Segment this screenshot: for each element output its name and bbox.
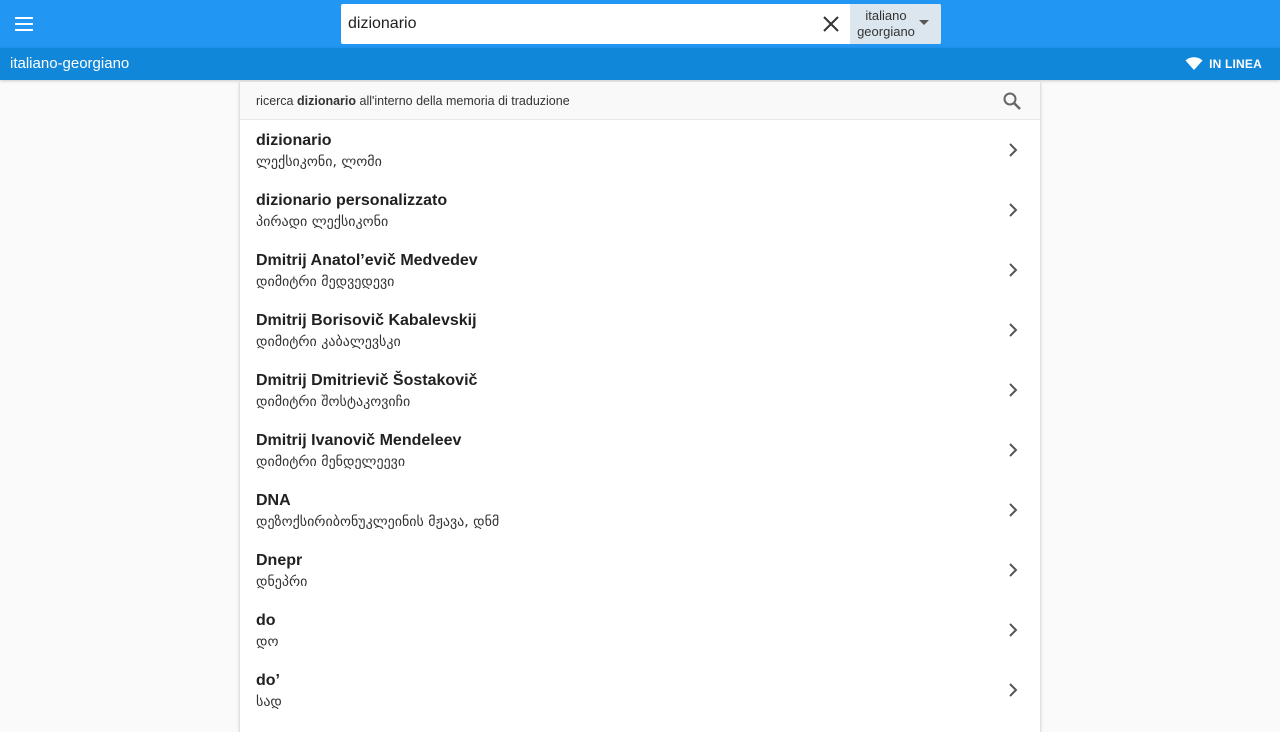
top-app-bar: italiano georgiano bbox=[0, 0, 1280, 48]
chevron-right-icon bbox=[1009, 443, 1018, 457]
tm-prefix: ricerca bbox=[256, 94, 294, 108]
target-language: georgiano bbox=[857, 24, 915, 39]
result-term: do bbox=[256, 612, 276, 629]
search-box: italiano georgiano bbox=[341, 4, 941, 44]
clear-search-button[interactable] bbox=[817, 10, 845, 38]
result-item[interactable]: do დო bbox=[240, 600, 1040, 660]
dictionary-bar: italiano-georgiano IN LINEA bbox=[0, 48, 1280, 80]
result-term: dizionario bbox=[256, 132, 332, 149]
result-translation: დიმიტრი მედვედევი bbox=[256, 274, 395, 290]
result-term: Dmitrij Borisovič Kabalevskij bbox=[256, 312, 477, 329]
chevron-right-icon bbox=[1009, 383, 1018, 397]
search-input[interactable] bbox=[341, 4, 811, 44]
result-translation: პირადი ლექსიკონი bbox=[256, 214, 389, 230]
result-term: Dmitrij Anatol’evič Medvedev bbox=[256, 252, 478, 269]
translation-memory-search[interactable]: ricerca dizionario all'interno della mem… bbox=[240, 82, 1040, 120]
results-list: dizionario ლექსიკონი, ლომი dizionario pe… bbox=[240, 120, 1040, 720]
result-translation: დეზოქსირიბონუკლეინის მჟავა, დნმ bbox=[256, 514, 500, 530]
result-translation: ლექსიკონი, ლომი bbox=[256, 154, 382, 170]
menu-button[interactable] bbox=[6, 6, 42, 42]
language-pair-select[interactable]: italiano georgiano bbox=[850, 4, 941, 44]
online-status[interactable]: IN LINEA bbox=[1185, 48, 1262, 80]
tm-suffix: all'interno della memoria di traduzione bbox=[359, 94, 570, 108]
result-translation: დიმიტრი შოსტაკოვიჩი bbox=[256, 394, 411, 410]
result-item[interactable]: Dmitrij Anatol’evič Medvedev დიმიტრი მედ… bbox=[240, 240, 1040, 300]
close-icon bbox=[823, 16, 839, 32]
result-item[interactable]: do’ სად bbox=[240, 660, 1040, 720]
result-item[interactable]: Dmitrij Borisovič Kabalevskij დიმიტრი კა… bbox=[240, 300, 1040, 360]
result-translation: დიმიტრი მენდელეევი bbox=[256, 454, 406, 470]
result-item[interactable]: Dnepr დნეპრი bbox=[240, 540, 1040, 600]
tm-term: dizionario bbox=[297, 94, 357, 108]
chevron-right-icon bbox=[1009, 263, 1018, 277]
result-term: dizionario personalizzato bbox=[256, 192, 448, 209]
result-term: do’ bbox=[256, 672, 280, 689]
chevron-right-icon bbox=[1009, 503, 1018, 517]
chevron-right-icon bbox=[1009, 203, 1018, 217]
result-item[interactable]: Dmitrij Dmitrievič Šostakovič დიმიტრი შო… bbox=[240, 360, 1040, 420]
chevron-right-icon bbox=[1009, 623, 1018, 637]
result-term: Dmitrij Dmitrievič Šostakovič bbox=[256, 372, 478, 389]
wifi-icon bbox=[1185, 57, 1203, 70]
result-translation: დიმიტრი კაბალევსკი bbox=[256, 334, 401, 350]
result-term: Dnepr bbox=[256, 552, 303, 569]
result-translation: დო bbox=[256, 634, 279, 650]
chevron-right-icon bbox=[1009, 683, 1018, 697]
result-item[interactable]: DNA დეზოქსირიბონუკლეინის მჟავა, დნმ bbox=[240, 480, 1040, 540]
result-item[interactable]: dizionario personalizzato პირადი ლექსიკო… bbox=[240, 180, 1040, 240]
result-term: DNA bbox=[256, 492, 291, 509]
menu-icon bbox=[15, 17, 33, 31]
language-pair-label: italiano georgiano bbox=[856, 8, 916, 40]
result-translation: სად bbox=[256, 694, 282, 710]
result-item[interactable]: dizionario ლექსიკონი, ლომი bbox=[240, 120, 1040, 180]
online-status-label: IN LINEA bbox=[1209, 57, 1262, 71]
translation-memory-text: ricerca dizionario all'interno della mem… bbox=[256, 82, 570, 120]
result-item[interactable]: Dmitrij Ivanovič Mendeleev დიმიტრი მენდე… bbox=[240, 420, 1040, 480]
results-panel: ricerca dizionario all'interno della mem… bbox=[239, 82, 1041, 732]
result-term: Dmitrij Ivanovič Mendeleev bbox=[256, 432, 462, 449]
source-language: italiano bbox=[865, 8, 907, 23]
caret-down-icon bbox=[919, 20, 929, 25]
search-icon[interactable] bbox=[1002, 91, 1022, 111]
chevron-right-icon bbox=[1009, 143, 1018, 157]
chevron-right-icon bbox=[1009, 563, 1018, 577]
chevron-right-icon bbox=[1009, 323, 1018, 337]
result-translation: დნეპრი bbox=[256, 574, 308, 590]
dictionary-title: italiano-georgiano bbox=[10, 55, 130, 72]
